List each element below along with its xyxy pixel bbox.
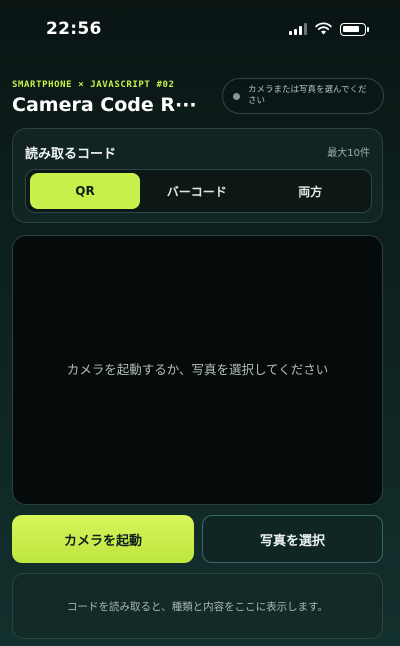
status-time: 22:56 <box>46 19 102 39</box>
status-bar: 22:56 <box>0 0 400 58</box>
results-panel: コードを読み取ると、種類と内容をここに表示します。 <box>12 573 383 639</box>
code-type-selector: QR バーコード 両方 <box>25 169 372 213</box>
page-title: Camera Code R··· <box>12 94 197 116</box>
select-photo-button[interactable]: 写真を選択 <box>202 515 383 563</box>
results-placeholder: コードを読み取ると、種類と内容をここに表示します。 <box>66 600 329 613</box>
status-badge: カメラまたは写真を選んでください <box>222 78 384 114</box>
cellular-signal-icon <box>289 23 307 35</box>
battery-icon <box>340 22 369 36</box>
status-dot-icon <box>233 92 240 100</box>
code-type-option-barcode[interactable]: バーコード <box>140 173 254 209</box>
viewer-placeholder: カメラを起動するか、写真を選択してください <box>66 362 329 377</box>
status-message: カメラまたは写真を選んでください <box>248 85 367 106</box>
code-type-title: 読み取るコード <box>25 147 117 162</box>
eyebrow-label: SMARTPHONE × JAVASCRIPT #02 <box>12 80 175 90</box>
code-limit-label: 最大10件 <box>327 148 370 159</box>
code-type-card: 読み取るコード 最大10件 QR バーコード 両方 <box>12 128 383 223</box>
wifi-icon <box>315 20 332 39</box>
camera-viewer: カメラを起動するか、写真を選択してください <box>12 235 383 505</box>
code-type-option-qr[interactable]: QR <box>30 173 140 209</box>
app-screen: 22:56 SMARTPHONE × JAVASCRIPT #02 Camera… <box>0 0 400 646</box>
app-header: SMARTPHONE × JAVASCRIPT #02 Camera Code … <box>12 78 388 118</box>
status-icons <box>289 20 369 39</box>
code-type-option-both[interactable]: 両方 <box>254 173 368 209</box>
start-camera-button[interactable]: カメラを起動 <box>12 515 194 563</box>
